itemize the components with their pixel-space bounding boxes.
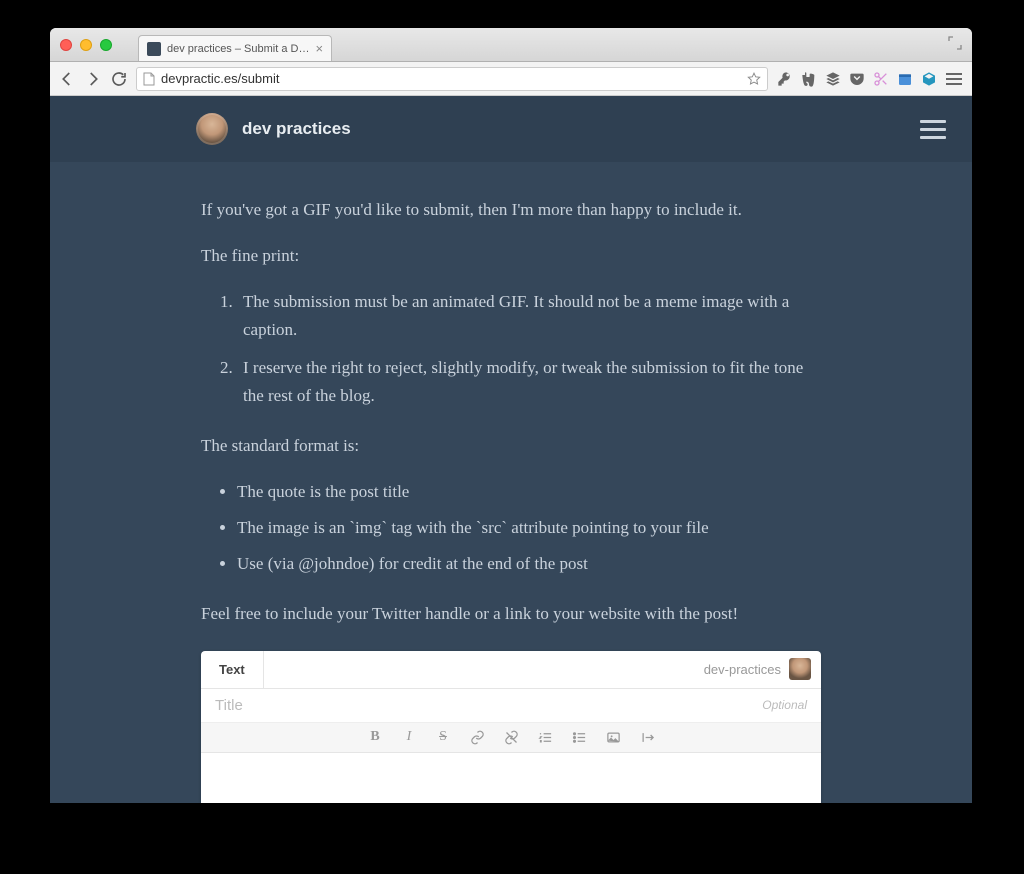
editor-tab-text[interactable]: Text <box>201 651 264 688</box>
rule-item: The submission must be an animated GIF. … <box>237 288 821 344</box>
calendar-icon[interactable] <box>896 70 914 88</box>
title-input[interactable] <box>215 697 762 714</box>
editor-username: dev-practices <box>704 662 781 677</box>
bold-button[interactable]: B <box>366 728 384 746</box>
zoom-window-button[interactable] <box>100 39 112 51</box>
extension-icons <box>776 70 964 88</box>
format-list: The quote is the post title The image is… <box>237 478 821 578</box>
buffer-icon[interactable] <box>824 70 842 88</box>
optional-label: Optional <box>762 698 807 712</box>
intro-text: If you've got a GIF you'd like to submit… <box>201 196 821 224</box>
close-tab-icon[interactable]: × <box>315 42 323 55</box>
browser-toolbar: devpractic.es/submit <box>50 62 972 96</box>
reload-button[interactable] <box>110 70 128 88</box>
forward-button[interactable] <box>84 70 102 88</box>
image-button[interactable] <box>604 728 622 746</box>
pocket-icon[interactable] <box>848 70 866 88</box>
italic-button[interactable]: I <box>400 728 418 746</box>
editor-title-row: Optional <box>201 689 821 723</box>
site-title[interactable]: dev practices <box>242 119 351 139</box>
format-label: The standard format is: <box>201 432 821 460</box>
window-titlebar: dev practices – Submit a D… × <box>50 28 972 62</box>
bookmark-star-icon[interactable] <box>747 72 761 86</box>
expand-icon[interactable] <box>948 36 962 50</box>
back-button[interactable] <box>58 70 76 88</box>
favicon-icon <box>147 42 161 56</box>
site-avatar[interactable] <box>196 113 228 145</box>
page-icon <box>143 72 155 86</box>
unlink-button[interactable] <box>502 728 520 746</box>
ordered-list-button[interactable] <box>536 728 554 746</box>
editor-avatar <box>789 658 811 680</box>
site-header: dev practices <box>50 96 972 162</box>
hamburger-menu-icon[interactable] <box>920 120 946 139</box>
article-content: If you've got a GIF you'd like to submit… <box>201 196 821 629</box>
editor-user[interactable]: dev-practices <box>704 658 821 680</box>
traffic-lights <box>60 39 112 51</box>
minimize-window-button[interactable] <box>80 39 92 51</box>
scissors-icon[interactable] <box>872 70 890 88</box>
editor-body[interactable] <box>201 753 821 803</box>
strikethrough-button[interactable]: S <box>434 728 452 746</box>
url-text: devpractic.es/submit <box>161 71 280 86</box>
fine-print-label: The fine print: <box>201 242 821 270</box>
key-icon[interactable] <box>776 70 794 88</box>
browser-window: dev practices – Submit a D… × devpractic… <box>50 28 972 803</box>
unordered-list-button[interactable] <box>570 728 588 746</box>
evernote-icon[interactable] <box>800 70 818 88</box>
close-window-button[interactable] <box>60 39 72 51</box>
page-content: dev practices If you've got a GIF you'd … <box>50 96 972 803</box>
tab-title: dev practices – Submit a D… <box>167 43 309 55</box>
rules-list: The submission must be an animated GIF. … <box>237 288 821 410</box>
url-bar[interactable]: devpractic.es/submit <box>136 67 768 91</box>
editor-header: Text dev-practices <box>201 651 821 689</box>
editor-toolbar: B I S <box>201 723 821 753</box>
cube-icon[interactable] <box>920 70 938 88</box>
rule-item: I reserve the right to reject, slightly … <box>237 354 821 410</box>
format-item: The quote is the post title <box>237 478 821 506</box>
insert-button[interactable] <box>638 728 656 746</box>
chrome-menu-icon[interactable] <box>944 71 964 87</box>
link-button[interactable] <box>468 728 486 746</box>
post-editor: Text dev-practices Optional B I S <box>201 651 821 803</box>
browser-tab[interactable]: dev practices – Submit a D… × <box>138 35 332 61</box>
format-item: The image is an `img` tag with the `src`… <box>237 514 821 542</box>
format-item: Use (via @johndoe) for credit at the end… <box>237 550 821 578</box>
footer-note: Feel free to include your Twitter handle… <box>201 600 821 628</box>
